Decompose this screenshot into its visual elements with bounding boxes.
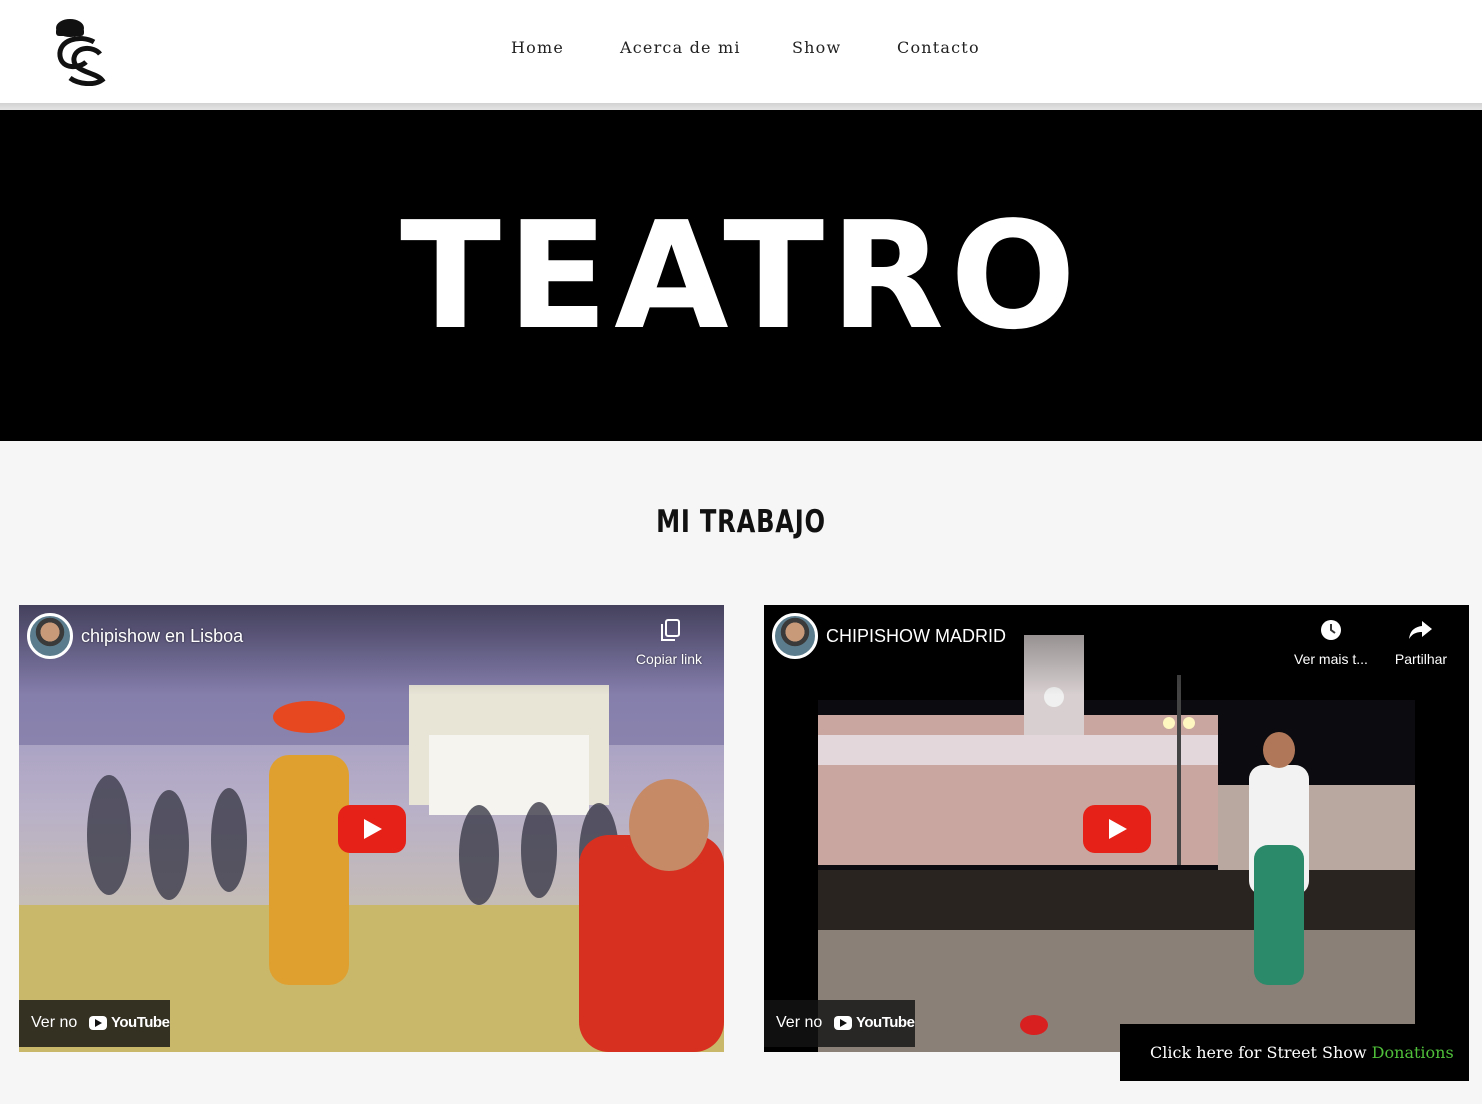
main-nav: Home Acerca de mi Show Contacto <box>0 38 1482 62</box>
share-label: Partilhar <box>1394 651 1448 667</box>
nav-contact[interactable]: Contacto <box>897 38 980 57</box>
play-button[interactable] <box>1083 805 1151 853</box>
nav-show[interactable]: Show <box>792 38 841 57</box>
watch-on-label: Ver no <box>776 1014 823 1031</box>
channel-avatar[interactable] <box>772 613 818 659</box>
hero-banner: TEATRO <box>0 110 1482 441</box>
site-header: Home Acerca de mi Show Contacto <box>0 0 1482 103</box>
clock-icon <box>1321 620 1341 640</box>
watch-later-label: Ver mais t... <box>1294 651 1368 667</box>
donation-banner[interactable]: Click here for Street Show Donations <box>1120 1024 1469 1081</box>
video-player-madrid[interactable]: CHIPISHOW MADRID Ver mais t... Partilhar… <box>764 605 1469 1052</box>
youtube-wordmark: YouTube <box>111 1014 170 1031</box>
section-title: MI TRABAJO <box>656 504 826 540</box>
copy-link-button[interactable]: Copiar link <box>624 617 714 667</box>
watch-on-label: Ver no <box>31 1014 78 1031</box>
copy-icon <box>661 619 680 641</box>
hero-title: TEATRO <box>400 190 1082 362</box>
share-icon <box>1409 621 1432 639</box>
donation-text: Click here for Street Show Donations <box>1150 1043 1454 1062</box>
share-button[interactable]: Partilhar <box>1376 617 1466 667</box>
video-title[interactable]: chipishow en Lisboa <box>81 626 243 647</box>
youtube-icon <box>89 1016 107 1030</box>
nav-about[interactable]: Acerca de mi <box>620 38 741 57</box>
donations-link[interactable]: Donations <box>1372 1043 1454 1062</box>
donation-label: Click here for Street Show <box>1150 1043 1367 1062</box>
youtube-wordmark: YouTube <box>856 1014 915 1031</box>
channel-avatar[interactable] <box>27 613 73 659</box>
watch-later-button[interactable]: Ver mais t... <box>1286 617 1376 667</box>
play-button[interactable] <box>338 805 406 853</box>
video-title[interactable]: CHIPISHOW MADRID <box>826 626 1006 647</box>
watch-on-youtube-button[interactable]: Ver no YouTube <box>19 1000 170 1047</box>
video-player-lisboa[interactable]: chipishow en Lisboa Copiar link Ver no Y… <box>19 605 724 1052</box>
header-divider <box>0 103 1482 110</box>
youtube-icon <box>834 1016 852 1030</box>
watch-on-youtube-button[interactable]: Ver no YouTube <box>764 1000 915 1047</box>
nav-home[interactable]: Home <box>511 38 564 57</box>
copy-link-label: Copiar link <box>635 651 703 667</box>
